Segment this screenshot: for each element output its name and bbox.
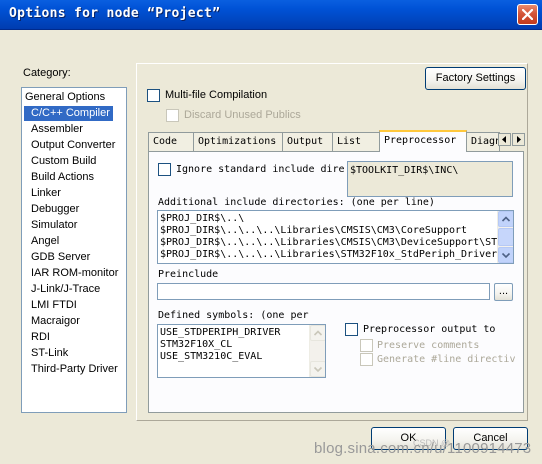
preinclude-input[interactable]	[157, 283, 490, 300]
tab-diagn[interactable]: Diagn	[466, 132, 500, 151]
include-dirs-textarea[interactable]: $PROJ_DIR$\..\ $PROJ_DIR$\..\..\..\Librar…	[157, 210, 514, 264]
chevron-up-icon	[313, 330, 323, 336]
preinclude-label: Preinclude	[158, 269, 219, 280]
factory-settings-label: Factory Settings	[435, 72, 516, 84]
preserve-comments-label: Preserve comments	[377, 340, 480, 351]
close-button[interactable]	[517, 4, 538, 25]
category-item[interactable]: Custom Build	[24, 154, 99, 169]
symbols-scrollbar[interactable]	[309, 325, 325, 377]
category-item[interactable]: Third-Party Driver	[24, 362, 121, 377]
close-icon	[522, 9, 533, 20]
scroll-up-button[interactable]	[498, 211, 513, 227]
category-item[interactable]: Angel	[24, 234, 62, 249]
defined-symbols-label: Defined symbols: (one per	[158, 310, 309, 321]
blog-watermark: blog.sina.com.cn/u/1100914473	[314, 440, 532, 457]
category-item[interactable]: RDI	[24, 330, 53, 345]
discard-unused-label: Discard Unused Publics	[184, 109, 301, 121]
category-item[interactable]: Linker	[24, 186, 64, 201]
generate-line-label: Generate #line directiv	[377, 354, 516, 365]
browse-label: ...	[498, 285, 509, 297]
arrow-right-icon	[517, 136, 521, 143]
include-dir-line: $PROJ_DIR$\..\..\..\Libraries\STM32F10x_…	[160, 249, 498, 260]
include-dirs-scrollbar[interactable]	[497, 211, 513, 263]
tab-code[interactable]: Code	[148, 132, 194, 151]
discard-unused-checkbox[interactable]	[166, 109, 179, 122]
category-item[interactable]: ST-Link	[24, 346, 71, 361]
browse-button[interactable]: ...	[494, 283, 513, 301]
multi-file-checkbox[interactable]	[147, 89, 160, 102]
category-item[interactable]: IAR ROM-monitor	[24, 266, 121, 281]
category-label: Category:	[23, 67, 71, 79]
category-item[interactable]: C/C++ Compiler	[24, 106, 113, 121]
category-item[interactable]: J-Link/J-Trace	[24, 282, 103, 297]
tab-output[interactable]: Output	[282, 132, 333, 151]
defined-symbol-line: USE_STM3210C_EVAL	[160, 351, 263, 362]
symbols-scroll-down-button[interactable]	[310, 361, 325, 377]
chevron-up-icon	[501, 216, 511, 222]
preprocessor-output-label: Preprocessor output to	[363, 324, 496, 335]
tab-scroll-right[interactable]	[512, 133, 525, 146]
category-item[interactable]: Build Actions	[24, 170, 97, 185]
chevron-down-icon	[313, 366, 323, 373]
title-bar[interactable]: Options for node “Project”	[0, 0, 542, 30]
tab-preprocessor[interactable]: Preprocessor	[379, 130, 467, 152]
tab-scroll-left[interactable]	[498, 133, 511, 146]
symbols-scroll-up-button[interactable]	[310, 325, 325, 341]
scroll-down-button[interactable]	[498, 247, 513, 263]
preprocessor-output-checkbox[interactable]	[345, 323, 358, 336]
category-item[interactable]: Assembler	[24, 122, 86, 137]
scroll-thumb[interactable]	[498, 228, 513, 246]
defined-symbol-line: USE_STDPERIPH_DRIVER	[160, 327, 281, 338]
category-item[interactable]: Output Converter	[24, 138, 118, 153]
defined-symbol-line: STM32F10X_CL	[160, 339, 233, 350]
category-item[interactable]: Simulator	[24, 218, 80, 233]
include-dir-line: $PROJ_DIR$\..\..\..\Libraries\CMSIS\CM3\…	[160, 225, 468, 236]
category-item[interactable]: GDB Server	[24, 250, 93, 265]
category-item[interactable]: LMI FTDI	[24, 298, 80, 313]
ignore-std-include-checkbox[interactable]	[158, 163, 171, 176]
category-item[interactable]: Macraigor	[24, 314, 83, 329]
additional-include-label: Additional include directories: (one per…	[158, 197, 435, 208]
category-item[interactable]: General Options	[24, 90, 108, 105]
tab-optimizations[interactable]: Optimizations	[193, 132, 283, 151]
category-item[interactable]: Debugger	[24, 202, 82, 217]
include-dir-line: $PROJ_DIR$\..\	[160, 213, 245, 224]
include-dir-line: $PROJ_DIR$\..\..\..\Libraries\CMSIS\CM3\…	[160, 237, 498, 248]
ignore-std-include-label: Ignore standard include dire	[176, 164, 345, 175]
generate-line-checkbox[interactable]	[360, 353, 373, 366]
std-include-path-value: $TOOLKIT_DIR$\INC\	[350, 165, 459, 176]
chevron-down-icon	[501, 252, 511, 259]
multi-file-label: Multi-file Compilation	[165, 89, 268, 101]
defined-symbols-textarea[interactable]: USE_STDPERIPH_DRIVER STM32F10X_CL USE_STM3…	[157, 324, 326, 378]
std-include-path-field[interactable]: $TOOLKIT_DIR$\INC\	[347, 161, 513, 197]
category-list[interactable]: General Options C/C++ Compiler Assembler Ou…	[21, 87, 127, 413]
preserve-comments-checkbox[interactable]	[360, 339, 373, 352]
factory-settings-button[interactable]: Factory Settings	[425, 67, 526, 90]
window-title: Options for node “Project”	[9, 6, 221, 21]
arrow-left-icon	[502, 136, 506, 143]
tab-list[interactable]: List	[332, 132, 380, 151]
